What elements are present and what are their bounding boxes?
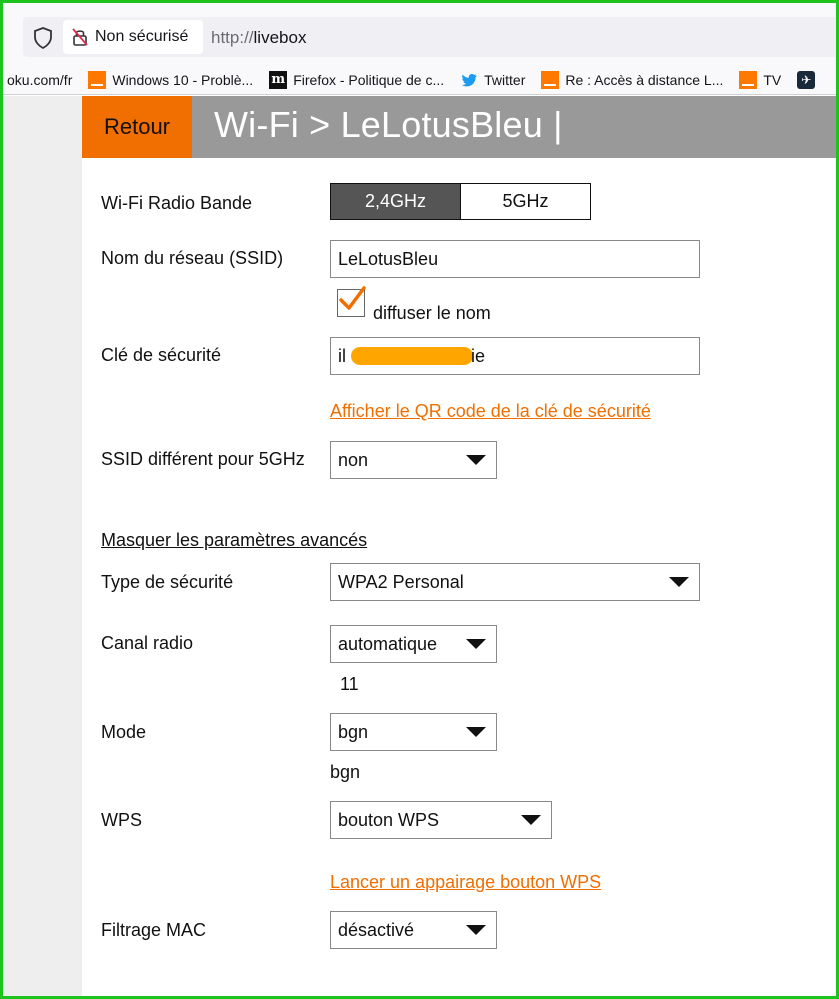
- security-indicator[interactable]: Non sécurisé: [63, 20, 203, 54]
- security-type-label: Type de sécurité: [101, 572, 234, 592]
- band-toggle: 2,4GHz 5GHz: [330, 183, 591, 220]
- url-protocol: http://: [211, 28, 254, 47]
- key-input[interactable]: il ie: [330, 337, 700, 375]
- bookmark-item[interactable]: Windows 10 - Problè...: [88, 70, 254, 89]
- key-prefix: il: [338, 345, 346, 366]
- ssid5-label: SSID différent pour 5GHz: [101, 449, 305, 469]
- bookmark-item[interactable]: oku.com/fr: [7, 72, 72, 88]
- qr-code-link[interactable]: Afficher le QR code de la clé de sécurit…: [330, 401, 651, 422]
- shield-icon[interactable]: [33, 27, 53, 49]
- wps-select[interactable]: bouton WPS: [330, 801, 552, 839]
- mode-label: Mode: [101, 722, 147, 742]
- bookmark-label: Windows 10 - Problè...: [112, 71, 254, 88]
- bookmark-item[interactable]: m Firefox - Politique de c...: [269, 70, 445, 89]
- bookmark-item[interactable]: Twitter: [460, 71, 525, 89]
- bookmarks-bar: oku.com/fr Windows 10 - Problè... m Fire…: [3, 65, 836, 95]
- bookmark-label: Firefox - Politique de c...: [293, 71, 445, 88]
- wps-pairing-link[interactable]: Lancer un appairage bouton WPS: [330, 872, 601, 893]
- redaction-mark: [351, 347, 473, 365]
- broadcast-checkbox[interactable]: [337, 286, 366, 317]
- ssid-label: Nom du réseau (SSID): [101, 248, 284, 268]
- band-option-2-4ghz[interactable]: 2,4GHz: [331, 184, 460, 219]
- bookmark-label: Re : Accès à distance L...: [565, 71, 724, 88]
- bookmark-label: TV: [763, 71, 782, 88]
- mac-filter-label: Filtrage MAC: [101, 920, 207, 940]
- key-suffix: ie: [471, 345, 486, 366]
- plane-icon: ✈: [797, 70, 816, 89]
- mac-filter-select[interactable]: désactivé: [330, 911, 497, 949]
- band-option-5ghz[interactable]: 5GHz: [460, 184, 590, 219]
- mode-select[interactable]: bgn: [330, 713, 497, 751]
- bookmark-label: Twitter: [484, 71, 526, 88]
- orange-icon: [739, 70, 758, 89]
- key-label: Clé de sécurité: [101, 345, 222, 365]
- back-button[interactable]: Retour: [82, 96, 192, 158]
- page-header: Retour Wi-Fi > LeLotusBleu |: [82, 96, 836, 158]
- page-title: Wi-Fi > LeLotusBleu |: [214, 104, 563, 145]
- ssid5-select[interactable]: non: [330, 441, 497, 479]
- wifi-settings-panel: Retour Wi-Fi > LeLotusBleu | Wi-Fi Radio…: [82, 96, 836, 996]
- insecure-lock-icon: [72, 28, 88, 46]
- channel-current-value: 11: [340, 674, 359, 694]
- url-text[interactable]: http://livebox: [211, 28, 306, 48]
- twitter-icon: [462, 73, 478, 86]
- channel-select[interactable]: automatique: [330, 625, 497, 663]
- orange-icon: [541, 70, 560, 89]
- bookmark-item[interactable]: TV: [739, 70, 782, 89]
- ssid-input[interactable]: LeLotusBleu: [330, 240, 700, 278]
- url-host: livebox: [253, 28, 307, 47]
- page-area: Retour Wi-Fi > LeLotusBleu | Wi-Fi Radio…: [3, 96, 836, 996]
- mode-current-value: bgn: [330, 762, 361, 782]
- bookmark-label: oku.com/fr: [7, 71, 73, 88]
- band-label: Wi-Fi Radio Bande: [101, 193, 253, 213]
- orange-icon: [88, 70, 107, 89]
- security-label: Non sécurisé: [95, 28, 189, 45]
- security-type-select[interactable]: WPA2 Personal: [330, 563, 700, 601]
- wps-label: WPS: [101, 810, 143, 830]
- hide-advanced-link[interactable]: Masquer les paramètres avancés: [101, 530, 367, 551]
- channel-label: Canal radio: [101, 633, 194, 653]
- bookmark-item[interactable]: ✈: [797, 70, 816, 89]
- bookmark-item[interactable]: Re : Accès à distance L...: [541, 70, 724, 89]
- browser-toolbar: Non sécurisé http://livebox: [3, 3, 836, 65]
- screenshot-frame: Non sécurisé http://livebox oku.com/fr W…: [0, 0, 839, 999]
- broadcast-label: diffuser le nom: [373, 303, 491, 323]
- checkmark-icon: [339, 286, 366, 310]
- m-icon: m: [269, 70, 288, 89]
